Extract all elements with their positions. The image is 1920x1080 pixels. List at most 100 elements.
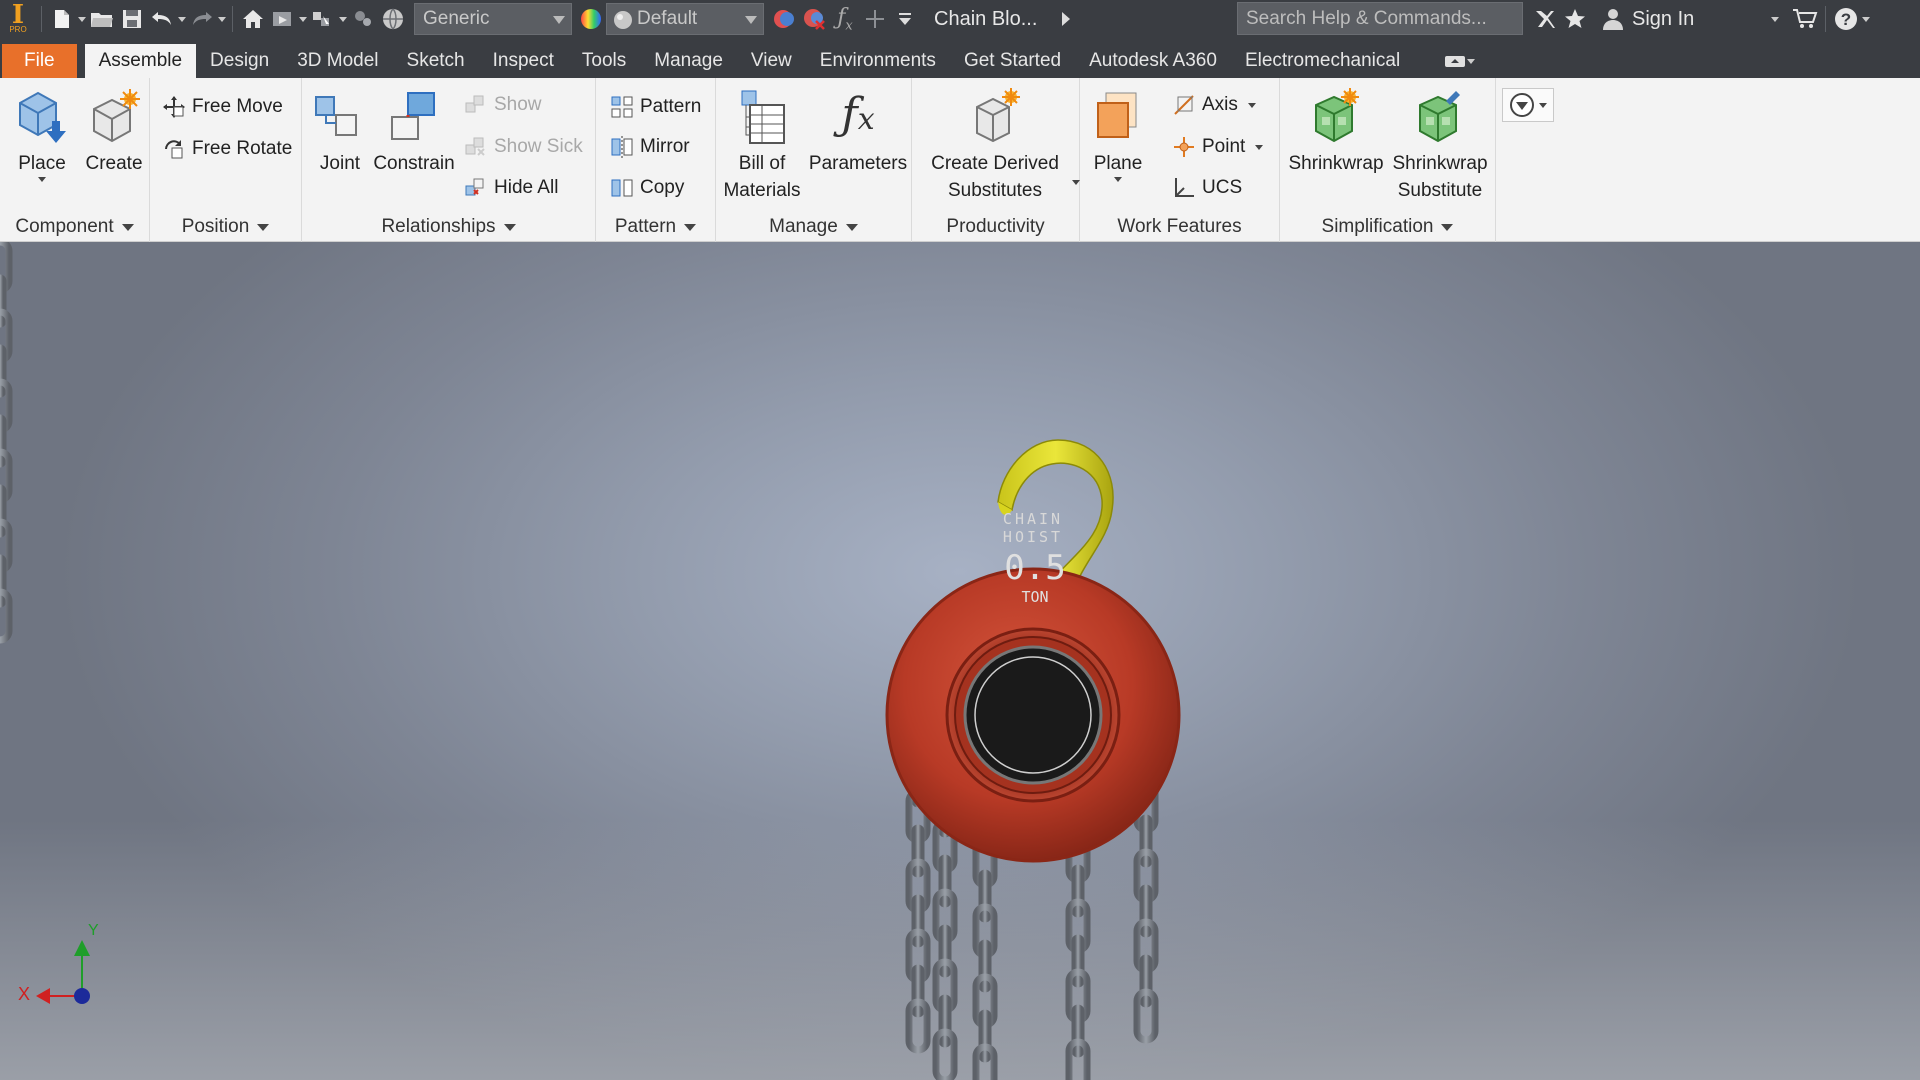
cart-icon[interactable] bbox=[1792, 4, 1818, 34]
update-icon[interactable] bbox=[350, 4, 376, 34]
favorites-star-icon[interactable] bbox=[1562, 4, 1588, 34]
panel-title-relationships[interactable]: Relationships bbox=[302, 212, 595, 242]
tab-design[interactable]: Design bbox=[196, 44, 283, 78]
joint-label: Joint bbox=[319, 153, 361, 174]
panel-title-position[interactable]: Position bbox=[150, 212, 301, 242]
new-file-icon[interactable] bbox=[49, 4, 75, 34]
bill-of-materials-button[interactable]: Bill of Materials bbox=[722, 84, 802, 204]
mirror-button[interactable]: Mirror bbox=[608, 132, 690, 162]
point-label: Point bbox=[1202, 136, 1246, 157]
tab-manage[interactable]: Manage bbox=[640, 44, 737, 78]
panel-title-label: Productivity bbox=[946, 216, 1045, 237]
graphics-viewport[interactable]: CHAIN HOIST 0.5 TON X Y bbox=[0, 242, 1920, 1080]
select-filter-icon[interactable] bbox=[310, 4, 336, 34]
tab-tools[interactable]: Tools bbox=[568, 44, 640, 78]
open-folder-icon[interactable] bbox=[89, 4, 115, 34]
appearance-sphere-icon[interactable] bbox=[578, 4, 604, 34]
down-circle-icon bbox=[1510, 93, 1534, 117]
copy-button[interactable]: Copy bbox=[608, 173, 684, 203]
panel-title-simplification[interactable]: Simplification bbox=[1280, 212, 1495, 242]
chain-hoist-model bbox=[0, 242, 1181, 1080]
home-icon[interactable] bbox=[240, 4, 266, 34]
ucs-icon bbox=[1175, 178, 1194, 197]
undo-dropdown[interactable] bbox=[177, 4, 187, 34]
mirror-icon bbox=[611, 136, 633, 158]
return-icon[interactable] bbox=[270, 4, 296, 34]
panel-title-manage[interactable]: Manage bbox=[716, 212, 911, 242]
communication-center-icon[interactable] bbox=[1532, 4, 1558, 34]
appearance-combo[interactable]: Default bbox=[606, 3, 764, 35]
app-logo[interactable]: I PRO bbox=[0, 0, 36, 38]
search-input[interactable]: Search Help & Commands... bbox=[1237, 2, 1523, 35]
constrain-icon bbox=[391, 92, 435, 140]
redo-dropdown[interactable] bbox=[217, 4, 227, 34]
return-dropdown[interactable] bbox=[298, 4, 308, 34]
sign-in-dropdown[interactable] bbox=[1770, 4, 1780, 34]
nameplate-value-unit: TON bbox=[1021, 588, 1049, 606]
help-dropdown[interactable] bbox=[1861, 4, 1871, 34]
free-rotate-button[interactable]: Free Rotate bbox=[160, 134, 292, 164]
constrain-label: Constrain bbox=[373, 153, 455, 174]
panel-title-component[interactable]: Component bbox=[0, 212, 149, 242]
shrinkwrap-substitute-button[interactable]: Shrinkwrap Substitute bbox=[1388, 84, 1492, 204]
adjust-appearance-icon[interactable] bbox=[772, 4, 798, 34]
tab-3d-model[interactable]: 3D Model bbox=[283, 44, 392, 78]
free-move-icon bbox=[163, 96, 185, 118]
save-icon[interactable] bbox=[119, 4, 145, 34]
parameters-button[interactable]: ƒx Parameters bbox=[808, 84, 908, 177]
tab-inspect[interactable]: Inspect bbox=[479, 44, 568, 78]
clear-appearance-icon[interactable] bbox=[802, 4, 828, 34]
sphere-icon bbox=[614, 11, 632, 29]
shrinkwrap-substitute-icon bbox=[1419, 91, 1460, 143]
app-logo-letter: I bbox=[11, 0, 25, 30]
create-button[interactable]: Create bbox=[82, 84, 146, 177]
fx-icon[interactable]: ƒx bbox=[832, 4, 858, 34]
view-triad[interactable]: X Y bbox=[14, 922, 104, 1012]
sign-in-button[interactable]: Sign In bbox=[1602, 7, 1694, 31]
ribbon-display-options[interactable] bbox=[1444, 44, 1476, 78]
ribbon-extra-button[interactable] bbox=[1502, 88, 1554, 122]
tab-sketch[interactable]: Sketch bbox=[393, 44, 479, 78]
nameplate-value: 0.5 TON bbox=[990, 548, 1080, 607]
hide-all-button[interactable]: Hide All bbox=[462, 173, 558, 203]
tab-file[interactable]: File bbox=[2, 44, 77, 78]
tab-view[interactable]: View bbox=[737, 44, 806, 78]
tab-autodesk-a360[interactable]: Autodesk A360 bbox=[1075, 44, 1231, 78]
show-sick-button[interactable]: Show Sick bbox=[462, 132, 583, 162]
copy-icon bbox=[611, 179, 633, 197]
chevron-down-icon[interactable] bbox=[1072, 180, 1080, 185]
chevron-down-icon bbox=[257, 223, 270, 231]
place-button[interactable]: Place bbox=[10, 84, 74, 182]
show-icon bbox=[465, 95, 484, 113]
tab-assemble[interactable]: Assemble bbox=[84, 44, 197, 78]
help-icon[interactable]: ? bbox=[1833, 4, 1859, 34]
plane-button[interactable]: Plane bbox=[1088, 84, 1148, 182]
point-button[interactable]: Point bbox=[1170, 132, 1264, 162]
select-filter-dropdown[interactable] bbox=[338, 4, 348, 34]
ucs-button[interactable]: UCS bbox=[1170, 173, 1242, 203]
pattern-button[interactable]: Pattern bbox=[608, 92, 701, 122]
material-combo[interactable]: Generic bbox=[414, 3, 572, 35]
create-derived-substitutes-button[interactable]: Create Derived Substitutes bbox=[920, 84, 1070, 204]
plus-icon[interactable] bbox=[862, 4, 888, 34]
tab-get-started[interactable]: Get Started bbox=[950, 44, 1075, 78]
chevron-right-icon[interactable] bbox=[1053, 4, 1079, 34]
new-file-dropdown[interactable] bbox=[77, 4, 87, 34]
globe-icon[interactable] bbox=[380, 4, 406, 34]
constrain-button[interactable]: Constrain bbox=[372, 84, 456, 177]
customize-qat-icon[interactable] bbox=[892, 4, 918, 34]
triad-y-label: Y bbox=[88, 922, 99, 939]
panel-work-features: Plane Axis Point UCS Work Features bbox=[1080, 78, 1280, 242]
free-move-button[interactable]: Free Move bbox=[160, 92, 283, 122]
create-derived-substitutes-icon bbox=[976, 88, 1020, 143]
axis-button[interactable]: Axis bbox=[1170, 90, 1256, 120]
shrinkwrap-button[interactable]: Shrinkwrap bbox=[1286, 84, 1386, 177]
tab-electromechanical[interactable]: Electromechanical bbox=[1231, 44, 1414, 78]
redo-icon[interactable] bbox=[189, 4, 215, 34]
triad-x-label: X bbox=[18, 984, 31, 1004]
show-button[interactable]: Show bbox=[462, 90, 542, 120]
joint-button[interactable]: Joint bbox=[310, 84, 370, 177]
undo-icon[interactable] bbox=[149, 4, 175, 34]
tab-environments[interactable]: Environments bbox=[806, 44, 950, 78]
panel-title-pattern[interactable]: Pattern bbox=[596, 212, 715, 242]
